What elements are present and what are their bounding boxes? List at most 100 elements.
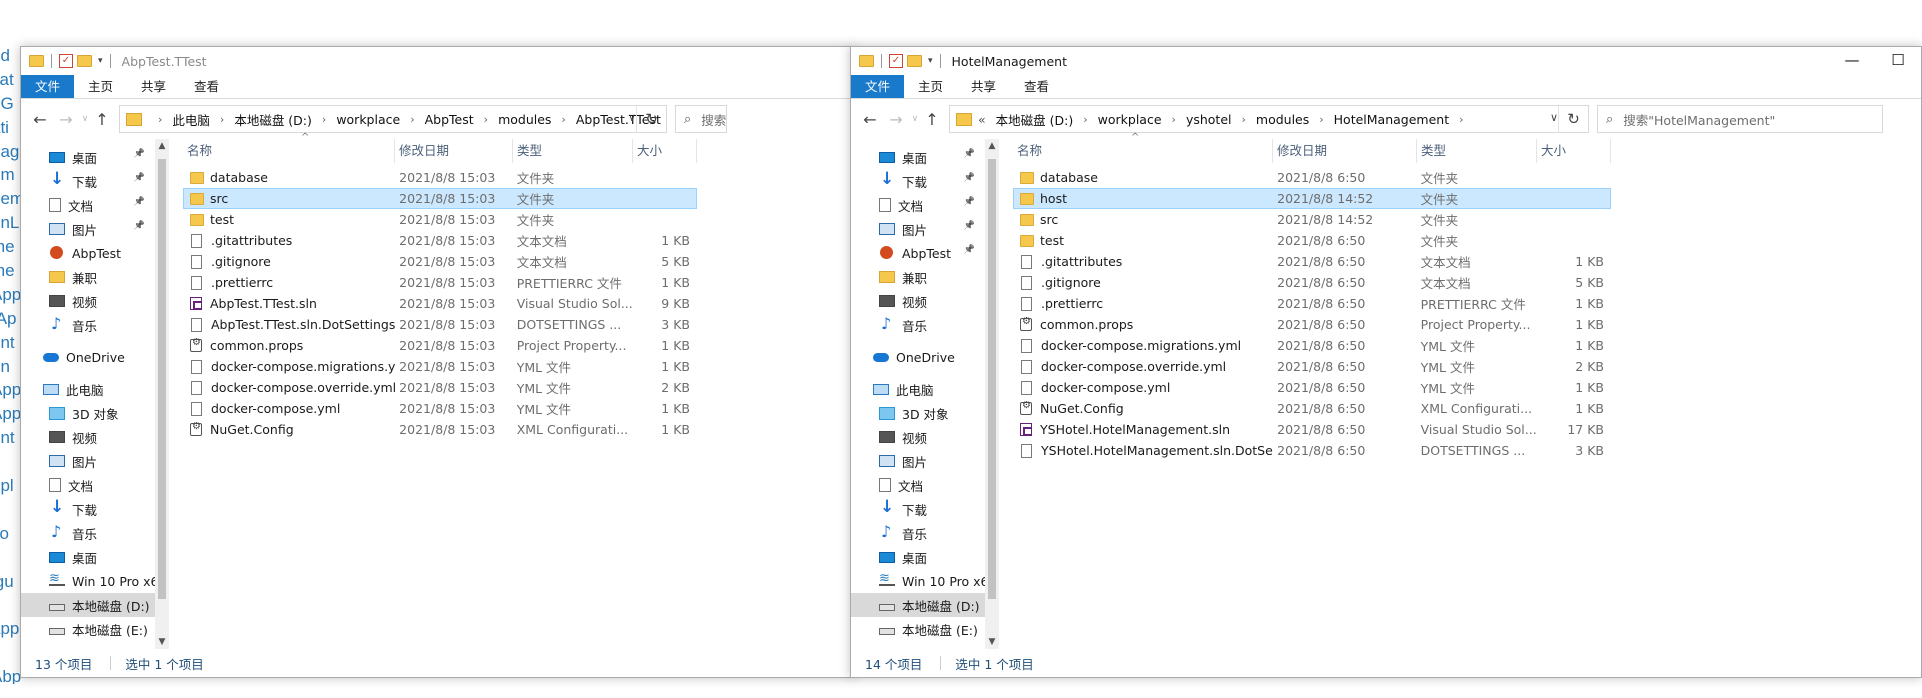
chevron-right-icon[interactable]: › (220, 113, 224, 126)
breadcrumb-item[interactable]: modules (1256, 112, 1309, 127)
table-row[interactable]: YSHotel.HotelManagement.sln.DotSet... 202… (1013, 440, 1611, 461)
column-type[interactable]: 类型 (1417, 139, 1537, 163)
column-size[interactable]: 大小 (1537, 139, 1611, 163)
tab-home[interactable]: 主页 (74, 75, 127, 98)
up-arrow-icon[interactable]: ↑ (91, 110, 113, 129)
address-dropdown-icon[interactable]: ∨ (628, 111, 636, 124)
tab-view[interactable]: 查看 (1010, 75, 1063, 98)
table-row[interactable]: AbpTest.TTest.sln 2021/8/8 15:03 Visual St… (183, 293, 697, 314)
sidebar-item[interactable]: 桌面 (21, 545, 155, 569)
up-arrow-icon[interactable]: ↑ (921, 110, 943, 129)
chevron-right-icon[interactable]: › (322, 113, 326, 126)
tab-home[interactable]: 主页 (904, 75, 957, 98)
column-name[interactable]: 名称 (183, 139, 395, 163)
table-row[interactable]: docker-compose.override.yml 2021/8/8 15:0… (183, 377, 697, 398)
breadcrumb-item[interactable]: HotelManagement (1334, 112, 1449, 127)
table-row[interactable]: host 2021/8/8 14:52 文件夹 (1013, 188, 1611, 209)
new-folder-icon[interactable] (907, 55, 922, 67)
table-row[interactable]: common.props 2021/8/8 6:50 Project Propert… (1013, 314, 1611, 335)
sidebar-item[interactable]: 视频 (851, 289, 985, 313)
tab-share[interactable]: 共享 (957, 75, 1010, 98)
sidebar-item[interactable]: AbpTest (21, 241, 155, 265)
sidebar-item[interactable]: 音乐 (851, 313, 985, 337)
forward-arrow-icon[interactable]: → (883, 110, 909, 129)
back-arrow-icon[interactable]: ← (857, 110, 883, 129)
tab-file[interactable]: 文件 (851, 75, 905, 98)
file-list[interactable]: ^ 名称 修改日期 类型 大小 database 2021/8/8 15:03 文件… (183, 132, 853, 649)
sidebar-item[interactable]: 本地磁盘 (D:) (21, 593, 155, 617)
sidebar-item[interactable]: 图片 (851, 449, 985, 473)
breadcrumb-item[interactable]: 此电脑 (172, 110, 210, 129)
sidebar-item[interactable]: 音乐 (851, 521, 985, 545)
breadcrumb-item[interactable]: yshotel (1186, 112, 1232, 127)
nav-scrollbar[interactable]: ▲ ▼ (155, 139, 169, 649)
chevron-right-icon[interactable]: › (1319, 113, 1323, 126)
breadcrumb-item[interactable]: modules (498, 112, 551, 127)
table-row[interactable]: docker-compose.override.yml 2021/8/8 6:50… (1013, 356, 1611, 377)
table-row[interactable]: docker-compose.yml 2021/8/8 15:03 YML 文件 1 … (183, 398, 697, 419)
chevron-right-icon[interactable]: › (158, 113, 162, 126)
table-row[interactable]: NuGet.Config 2021/8/8 15:03 XML Configurat… (183, 419, 697, 440)
column-name[interactable]: 名称 (1013, 139, 1273, 163)
table-row[interactable]: docker-compose.migrations.yml 2021/8/8 6:… (1013, 335, 1611, 356)
breadcrumb-item[interactable]: 本地磁盘 (D:) (996, 110, 1074, 129)
title-bar[interactable]: ✓ ▾ HotelManagement — ☐ (851, 47, 1921, 75)
nav-scrollbar[interactable]: ▲ ▼ (985, 139, 999, 649)
maximize-button[interactable]: ☐ (1875, 47, 1921, 75)
breadcrumb-item[interactable]: AbpTest (425, 112, 474, 127)
table-row[interactable]: src 2021/8/8 14:52 文件夹 (1013, 209, 1611, 230)
sidebar-item[interactable]: 桌面 📌 (851, 145, 985, 169)
sidebar-item[interactable]: 视频 (21, 425, 155, 449)
properties-icon[interactable]: ✓ (59, 54, 73, 68)
table-row[interactable]: .gitignore 2021/8/8 15:03 文本文档 5 KB (183, 251, 697, 272)
scroll-up-icon[interactable]: ▲ (985, 141, 999, 151)
table-row[interactable]: src 2021/8/8 15:03 文件夹 (183, 188, 697, 209)
title-bar[interactable]: ✓ ▾ AbpTest.TTest (21, 47, 853, 75)
column-type[interactable]: 类型 (513, 139, 633, 163)
sidebar-item[interactable]: 3D 对象 (21, 401, 155, 425)
sidebar-item[interactable]: 本地磁盘 (D:) (851, 593, 985, 617)
table-row[interactable]: NuGet.Config 2021/8/8 6:50 XML Configurati… (1013, 398, 1611, 419)
sidebar-item[interactable]: 文档 (21, 473, 155, 497)
scroll-thumb[interactable] (988, 159, 996, 599)
sidebar-item[interactable]: 此电脑 (851, 377, 985, 401)
sidebar-item[interactable]: 视频 (21, 289, 155, 313)
table-row[interactable]: .gitattributes 2021/8/8 6:50 文本文档 1 KB (1013, 251, 1611, 272)
table-row[interactable]: .prettierrc 2021/8/8 15:03 PRETTIERRC 文件 1 … (183, 272, 697, 293)
sidebar-item[interactable]: 音乐 (21, 313, 155, 337)
sidebar-item[interactable]: 下载 (851, 497, 985, 521)
scroll-down-icon[interactable]: ▼ (155, 637, 169, 647)
minimize-button[interactable]: — (1829, 47, 1875, 75)
chevron-right-icon[interactable]: › (1083, 113, 1087, 126)
tab-file[interactable]: 文件 (21, 75, 75, 98)
table-row[interactable]: .gitignore 2021/8/8 6:50 文本文档 5 KB (1013, 272, 1611, 293)
recent-dropdown-icon[interactable]: ∨ (79, 114, 91, 124)
explorer-window-hotelmanagement[interactable]: ✓ ▾ HotelManagement — ☐ 文件 主页 共享 查看 ← → … (850, 46, 1922, 678)
chevron-right-icon[interactable]: › (1459, 113, 1463, 126)
table-row[interactable]: docker-compose.yml 2021/8/8 6:50 YML 文件 1 K… (1013, 377, 1611, 398)
sidebar-item[interactable]: 下载 (21, 497, 155, 521)
sidebar-item[interactable]: 图片 (21, 449, 155, 473)
sidebar-item[interactable]: 文档 📌 (851, 193, 985, 217)
table-row[interactable]: common.props 2021/8/8 15:03 Project Proper… (183, 335, 697, 356)
back-arrow-icon[interactable]: ← (27, 110, 53, 129)
sidebar-item[interactable]: 视频 (851, 425, 985, 449)
tab-view[interactable]: 查看 (180, 75, 233, 98)
properties-icon[interactable]: ✓ (889, 54, 903, 68)
tab-share[interactable]: 共享 (127, 75, 180, 98)
sidebar-item[interactable]: 桌面 📌 (21, 145, 155, 169)
table-row[interactable]: .prettierrc 2021/8/8 6:50 PRETTIERRC 文件 1 K… (1013, 293, 1611, 314)
table-row[interactable]: database 2021/8/8 15:03 文件夹 (183, 167, 697, 188)
navigation-pane[interactable]: 桌面📌下载📌文档📌图片📌AbpTest兼职视频音乐OneDrive此电脑3D 对… (21, 139, 155, 649)
breadcrumb-item[interactable]: workplace (1098, 112, 1162, 127)
table-row[interactable]: .gitattributes 2021/8/8 15:03 文本文档 1 KB (183, 230, 697, 251)
table-row[interactable]: database 2021/8/8 6:50 文件夹 (1013, 167, 1611, 188)
chevron-right-icon[interactable]: › (1172, 113, 1176, 126)
column-size[interactable]: 大小 (633, 139, 697, 163)
table-row[interactable]: test 2021/8/8 15:03 文件夹 (183, 209, 697, 230)
search-box[interactable]: ⌕ 搜索"HotelManagement" (1597, 105, 1883, 133)
navigation-pane[interactable]: 桌面📌下载📌文档📌图片📌AbpTest📌兼职视频音乐OneDrive此电脑3D … (851, 139, 985, 649)
recent-dropdown-icon[interactable]: ∨ (909, 114, 921, 124)
sidebar-item[interactable]: Win 10 Pro x64 (21, 569, 155, 593)
customize-dropdown-icon[interactable]: ▾ (928, 56, 933, 66)
